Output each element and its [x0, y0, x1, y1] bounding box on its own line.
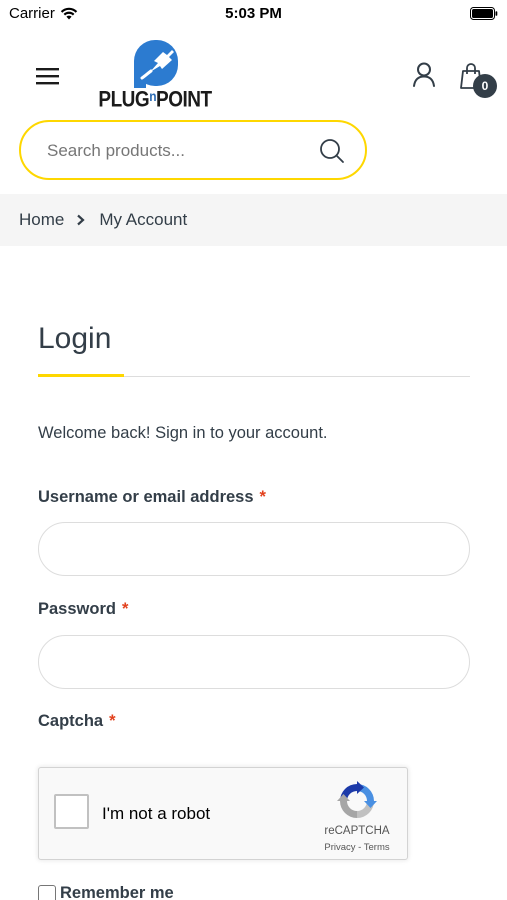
welcome-text: Welcome back! Sign in to your account.: [38, 424, 328, 442]
username-label: Username or email address *: [38, 488, 266, 507]
menu-button[interactable]: [36, 66, 60, 86]
search-icon: [320, 139, 344, 163]
captcha-label-text: Captcha: [38, 712, 104, 730]
required-mark: *: [121, 600, 129, 618]
remember-me-checkbox[interactable]: [38, 884, 56, 900]
password-field[interactable]: [38, 635, 470, 689]
remember-me-label: Remember me: [60, 884, 174, 900]
password-label: Password *: [38, 600, 128, 619]
site-logo[interactable]: PLUGnPOINT: [94, 38, 216, 114]
username-label-text: Username or email address: [38, 488, 254, 506]
cart-count-badge: 0: [473, 74, 497, 98]
logo-word-plug: PLUG: [98, 88, 150, 113]
account-button[interactable]: [412, 62, 436, 88]
breadcrumb-current: My Account: [99, 210, 188, 229]
required-mark: *: [259, 488, 266, 506]
recaptcha-logo-icon: [337, 781, 377, 818]
username-field[interactable]: [38, 522, 470, 576]
chevron-right-icon: [76, 214, 86, 226]
status-bar: Carrier 5:03 PM: [0, 0, 507, 28]
logo-word-n: n: [149, 88, 157, 105]
recaptcha-checkbox[interactable]: [54, 794, 89, 829]
breadcrumb: Home My Account: [0, 194, 507, 246]
search-input[interactable]: [47, 136, 307, 166]
plug-logo-icon: [134, 40, 178, 88]
recaptcha-label: I'm not a robot: [102, 804, 211, 823]
search-form: [19, 120, 367, 180]
captcha-label: Captcha *: [38, 712, 116, 731]
recaptcha-privacy-terms[interactable]: Privacy - Terms: [309, 842, 405, 853]
recaptcha-widget: I'm not a robot reCAPTCHA Privacy - Term…: [38, 767, 408, 860]
search-button[interactable]: [319, 138, 345, 164]
login-title: Login: [38, 322, 112, 355]
password-label-text: Password: [38, 600, 116, 618]
battery-icon: [470, 7, 498, 20]
breadcrumb-home-link[interactable]: Home: [19, 210, 64, 230]
required-mark: *: [109, 712, 116, 730]
logo-wordmark: PLUGnPOINT: [94, 88, 216, 113]
title-accent-bar: [38, 374, 124, 377]
cart-button[interactable]: 0: [460, 62, 500, 98]
menu-icon: [36, 68, 59, 85]
status-time: 5:03 PM: [225, 5, 282, 22]
user-icon: [413, 62, 435, 87]
remember-me[interactable]: Remember me: [38, 884, 174, 900]
logo-word-point: POINT: [156, 88, 212, 113]
recaptcha-brand: reCAPTCHA: [324, 825, 390, 837]
